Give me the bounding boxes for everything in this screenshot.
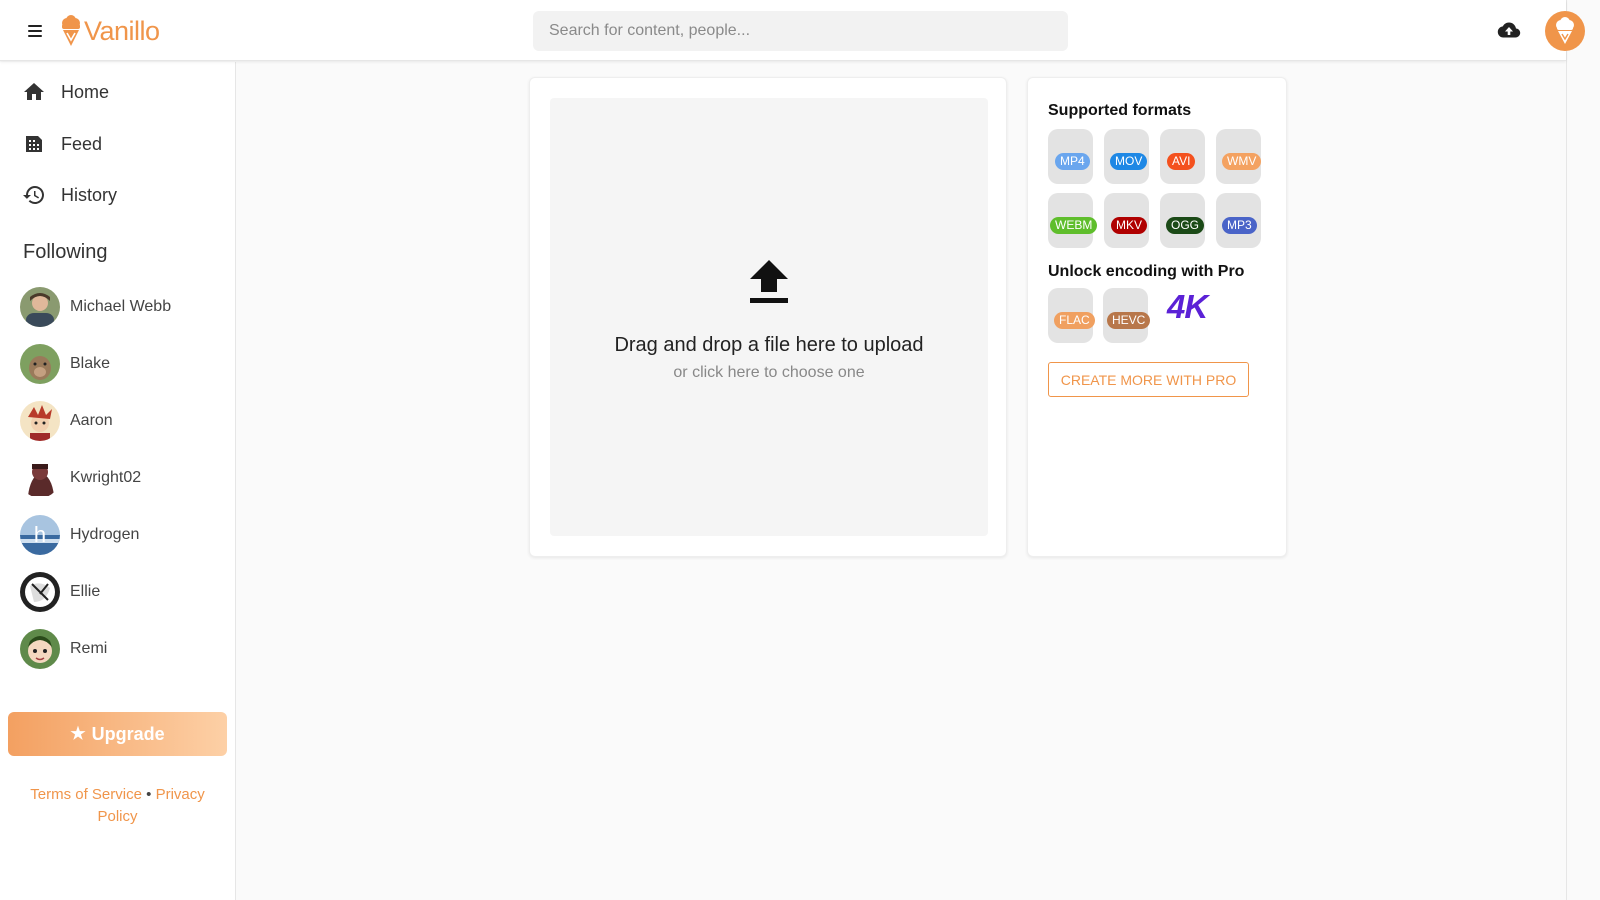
create-more-with-pro-button[interactable]: CREATE MORE WITH PRO xyxy=(1048,362,1249,397)
format-flac: FLAC xyxy=(1048,288,1095,343)
avatar xyxy=(20,401,60,441)
supported-formats-heading: Supported formats xyxy=(1048,102,1192,119)
format-hevc: HEVC xyxy=(1103,288,1151,343)
following-name: Kwright02 xyxy=(70,469,142,486)
upload-card: Drag and drop a file here to upload or c… xyxy=(529,77,1007,557)
format-badge: MOV xyxy=(1110,153,1148,170)
upload-dropzone[interactable]: Drag and drop a file here to upload or c… xyxy=(550,98,988,536)
format-badge: MKV xyxy=(1111,217,1148,234)
upload-subtitle: or click here to choose one xyxy=(673,364,865,381)
format-badge: HEVC xyxy=(1107,312,1151,329)
ice-cream-avatar-icon xyxy=(1556,17,1574,44)
following-name: Aaron xyxy=(70,412,113,429)
following-item-remi[interactable]: Remi xyxy=(0,623,236,675)
upload-arrow-icon xyxy=(750,260,788,303)
upgrade-label: Upgrade xyxy=(91,723,165,744)
sidebar-item-history[interactable]: History xyxy=(0,173,236,217)
format-badge: WEBM xyxy=(1050,217,1098,234)
following-name: Ellie xyxy=(70,583,101,600)
sidebar-item-label: History xyxy=(61,184,118,205)
following-name: Hydrogen xyxy=(70,526,140,543)
search-input[interactable] xyxy=(533,11,1068,51)
terms-of-service-link[interactable]: Terms of Service xyxy=(30,786,142,803)
brand-logo[interactable]: Vanillo xyxy=(60,14,160,48)
sidebar: Home Feed History Following Michael Webb… xyxy=(0,62,236,900)
following-name: Remi xyxy=(70,640,108,657)
avatar xyxy=(20,458,60,498)
upgrade-button[interactable]: ★ Upgrade xyxy=(8,712,227,756)
format-mp3: MP3 xyxy=(1216,193,1261,248)
pro-encoding-heading: Unlock encoding with Pro xyxy=(1048,263,1245,280)
star-icon: ★ xyxy=(70,724,86,743)
format-badge: WMV xyxy=(1222,153,1262,170)
user-avatar[interactable] xyxy=(1545,11,1585,51)
format-mp4: MP4 xyxy=(1048,129,1093,184)
format-wmv: WMV xyxy=(1216,129,1262,184)
format-badge: FLAC xyxy=(1054,312,1095,329)
menu-icon[interactable] xyxy=(22,18,48,44)
footer-separator: • xyxy=(146,786,152,803)
format-mkv: MKV xyxy=(1104,193,1149,248)
avatar: h xyxy=(20,515,60,555)
following-item-hydrogen[interactable]: h Hydrogen xyxy=(0,509,236,561)
following-item-aaron[interactable]: Aaron xyxy=(0,395,236,447)
upload-title: Drag and drop a file here to upload xyxy=(614,334,924,356)
sidebar-item-home[interactable]: Home xyxy=(0,70,236,114)
cloud-upload-icon[interactable] xyxy=(1497,20,1521,42)
svg-text:h: h xyxy=(34,522,46,547)
sidebar-item-label: Feed xyxy=(61,133,103,154)
avatar xyxy=(20,629,60,669)
format-badge: MP4 xyxy=(1055,153,1090,170)
format-webm: WEBM xyxy=(1048,193,1098,248)
following-heading: Following xyxy=(23,241,108,263)
following-item-blake[interactable]: Blake xyxy=(0,338,236,390)
following-name: Blake xyxy=(70,355,111,372)
4k-badge: 4K xyxy=(1167,288,1208,325)
avatar xyxy=(20,572,60,612)
format-badge: OGG xyxy=(1166,217,1205,234)
following-item-michael-webb[interactable]: Michael Webb xyxy=(0,281,236,333)
format-badge: MP3 xyxy=(1222,217,1257,234)
history-icon xyxy=(23,186,44,204)
format-avi: AVI xyxy=(1160,129,1205,184)
top-bar: Vanillo xyxy=(0,0,1585,61)
footer-links: Terms of Service • Privacy Policy xyxy=(16,784,219,828)
brand-name: Vanillo xyxy=(84,15,160,46)
format-badge: AVI xyxy=(1167,153,1196,170)
following-name: Michael Webb xyxy=(70,298,172,315)
sidebar-item-feed[interactable]: Feed xyxy=(0,122,236,166)
format-mov: MOV xyxy=(1104,129,1149,184)
ice-cream-logo-icon xyxy=(62,15,80,46)
sidebar-item-label: Home xyxy=(61,81,110,102)
home-icon xyxy=(24,83,44,100)
format-ogg: OGG xyxy=(1160,193,1205,248)
avatar xyxy=(20,344,60,384)
following-item-kwright02[interactable]: Kwright02 xyxy=(0,452,236,504)
avatar xyxy=(20,287,60,327)
following-item-ellie[interactable]: Ellie xyxy=(0,566,236,618)
formats-card: Supported formats MP4 MOV AVI WMV WEBM M… xyxy=(1027,77,1287,557)
scrollbar[interactable] xyxy=(1566,0,1600,900)
feed-icon xyxy=(26,136,42,152)
